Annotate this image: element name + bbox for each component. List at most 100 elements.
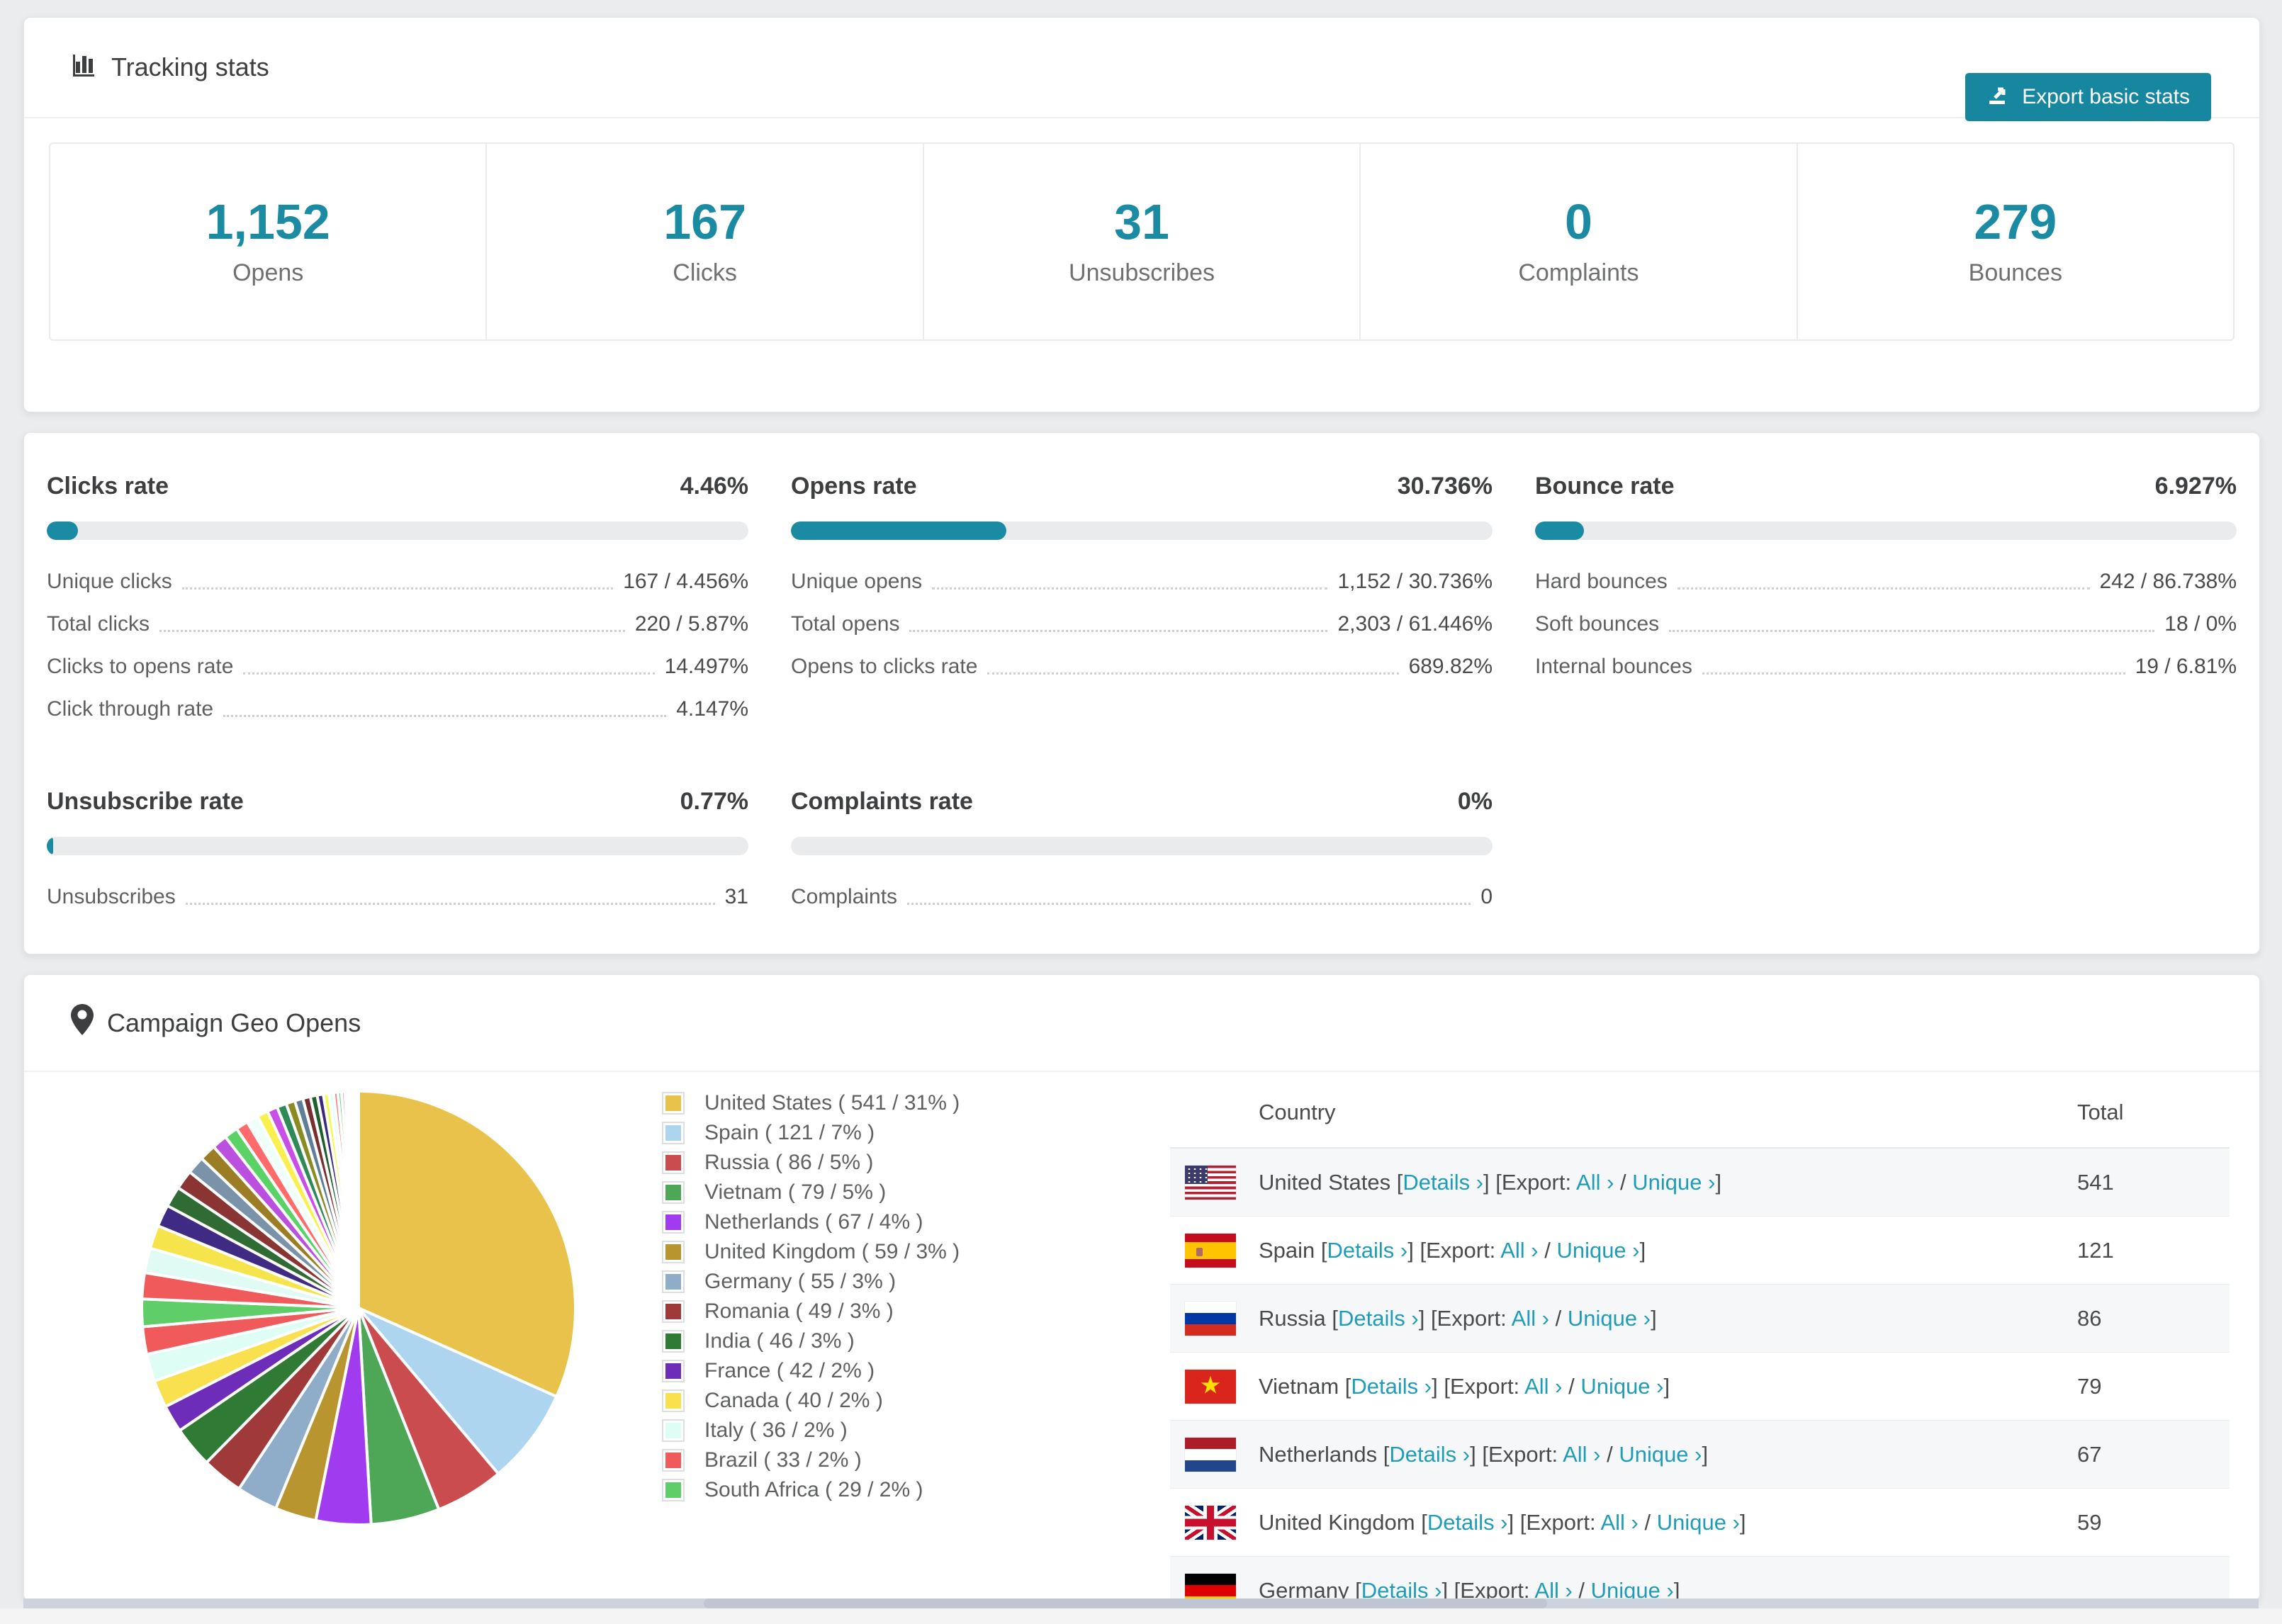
tracking-stats-card: Tracking stats Export basic stats 1,152 O… bbox=[23, 17, 2260, 412]
rates-card: Clicks rate 4.46% Unique clicks 167 / 4.456… bbox=[23, 432, 2260, 954]
export-unique-link[interactable]: Unique › bbox=[1591, 1578, 1674, 1601]
export-all-link[interactable]: All › bbox=[1524, 1374, 1562, 1399]
export-all-link[interactable]: All › bbox=[1534, 1578, 1572, 1601]
export-all-link[interactable]: All › bbox=[1600, 1510, 1638, 1535]
summary-label: Clicks bbox=[673, 259, 737, 286]
legend-item: Vietnam ( 79 / 5% ) bbox=[662, 1178, 960, 1207]
summary-box: 279 Bounces bbox=[1798, 144, 2233, 339]
rate-rows: Complaints 0 bbox=[791, 886, 1493, 908]
legend-item: United States ( 541 / 31% ) bbox=[662, 1088, 960, 1118]
geo-legend: United States ( 541 / 31% ) Spain ( 121 /… bbox=[662, 1088, 960, 1505]
legend-label: Canada ( 40 / 2% ) bbox=[704, 1389, 883, 1412]
dotted-leader bbox=[907, 903, 1471, 905]
horizontal-scrollbar-thumb[interactable] bbox=[704, 1598, 1547, 1608]
export-unique-link[interactable]: Unique › bbox=[1568, 1306, 1651, 1331]
rate-title: Bounce rate bbox=[1535, 473, 1675, 500]
link-bracket: [Export: bbox=[1482, 1441, 1563, 1467]
summary-value: 1,152 bbox=[206, 193, 330, 249]
legend-label: India ( 46 / 3% ) bbox=[704, 1329, 855, 1353]
legend-item: Canada ( 40 / 2% ) bbox=[662, 1386, 960, 1416]
legend-swatch bbox=[662, 1479, 685, 1501]
link-bracket: [Export: bbox=[1420, 1237, 1501, 1263]
country-cell: Germany [Details ›] [Export: All › / Uni… bbox=[1259, 1577, 1680, 1601]
legend-swatch bbox=[662, 1389, 685, 1412]
details-link[interactable]: Details › bbox=[1427, 1510, 1508, 1535]
stat-label: Hard bounces bbox=[1535, 570, 1668, 593]
stat-row: Soft bounces 18 / 0% bbox=[1535, 614, 2237, 635]
rate-header: Complaints rate 0% bbox=[791, 788, 1493, 816]
details-link[interactable]: Details › bbox=[1403, 1170, 1483, 1195]
pie-slice-other bbox=[356, 1089, 360, 1309]
legend-item: United Kingdom ( 59 / 3% ) bbox=[662, 1237, 960, 1267]
total-cell: 67 bbox=[2077, 1441, 2102, 1467]
legend-item: South Africa ( 29 / 2% ) bbox=[662, 1475, 960, 1505]
horizontal-scrollbar-track[interactable] bbox=[23, 1598, 2259, 1608]
link-bracket: ] bbox=[1715, 1169, 1722, 1195]
stat-value: 220 / 5.87% bbox=[634, 612, 748, 636]
link-bracket: [Export: bbox=[1454, 1577, 1535, 1601]
details-link[interactable]: Details › bbox=[1351, 1374, 1432, 1399]
gb-flag-icon bbox=[1185, 1505, 1236, 1540]
vn-flag-icon bbox=[1185, 1369, 1236, 1404]
legend-label: Russia ( 86 / 5% ) bbox=[704, 1151, 874, 1174]
link-bracket: [Export: bbox=[1430, 1305, 1512, 1331]
export-all-link[interactable]: All › bbox=[1576, 1170, 1614, 1195]
progress-bar bbox=[47, 521, 748, 540]
link-bracket: [Export: bbox=[1444, 1373, 1525, 1399]
legend-swatch bbox=[662, 1122, 685, 1144]
stat-value: 689.82% bbox=[1408, 655, 1493, 678]
export-unique-link[interactable]: Unique › bbox=[1556, 1238, 1639, 1263]
link-bracket: / bbox=[1600, 1441, 1619, 1467]
geo-header: Campaign Geo Opens bbox=[24, 975, 2259, 1072]
dotted-leader bbox=[1669, 630, 2155, 632]
rate-section: Complaints rate 0% Complaints 0 bbox=[791, 788, 1493, 929]
stat-label: Unsubscribes bbox=[47, 885, 176, 908]
link-bracket: [ bbox=[1320, 1237, 1327, 1263]
export-basic-stats-button[interactable]: Export basic stats bbox=[1965, 73, 2211, 121]
export-all-link[interactable]: All › bbox=[1500, 1238, 1538, 1263]
table-row: Spain [Details ›] [Export: All › / Uniqu… bbox=[1170, 1217, 2230, 1285]
link-bracket: ] bbox=[1507, 1509, 1520, 1535]
legend-item: Netherlands ( 67 / 4% ) bbox=[662, 1207, 960, 1237]
details-link[interactable]: Details › bbox=[1361, 1578, 1442, 1601]
stat-value: 19 / 6.81% bbox=[2135, 655, 2237, 678]
dotted-leader bbox=[932, 587, 1328, 590]
export-unique-link[interactable]: Unique › bbox=[1657, 1510, 1740, 1535]
stat-value: 31 bbox=[724, 885, 748, 908]
summary-value: 0 bbox=[1564, 193, 1592, 249]
summary-box: 31 Unsubscribes bbox=[924, 144, 1361, 339]
table-row: Germany [Details ›] [Export: All › / Uni… bbox=[1170, 1557, 2230, 1601]
export-unique-link[interactable]: Unique › bbox=[1632, 1170, 1715, 1195]
flag-cell bbox=[1170, 1573, 1259, 1601]
progress-bar bbox=[47, 837, 748, 855]
summary-label: Complaints bbox=[1518, 259, 1639, 286]
stat-label: Clicks to opens rate bbox=[47, 655, 234, 678]
rate-value: 0.77% bbox=[680, 788, 748, 815]
export-unique-link[interactable]: Unique › bbox=[1580, 1374, 1663, 1399]
legend-label: Brazil ( 33 / 2% ) bbox=[704, 1448, 862, 1472]
country-cell: Vietnam [Details ›] [Export: All › / Uni… bbox=[1259, 1373, 1670, 1399]
stat-label: Complaints bbox=[791, 885, 898, 908]
export-all-link[interactable]: All › bbox=[1563, 1442, 1600, 1467]
details-link[interactable]: Details › bbox=[1389, 1442, 1470, 1467]
stat-row: Click through rate 4.147% bbox=[47, 699, 748, 720]
progress-bar-fill bbox=[791, 521, 1007, 540]
legend-swatch bbox=[662, 1241, 685, 1263]
rate-section: Clicks rate 4.46% Unique clicks 167 / 4.456… bbox=[47, 473, 748, 741]
page-title: Tracking stats bbox=[70, 50, 269, 85]
legend-swatch bbox=[662, 1300, 685, 1323]
total-cell: 121 bbox=[2077, 1237, 2114, 1263]
link-bracket: / bbox=[1572, 1577, 1591, 1601]
link-bracket: / bbox=[1549, 1305, 1568, 1331]
rate-title: Clicks rate bbox=[47, 473, 169, 500]
summary-label: Bounces bbox=[1968, 259, 2062, 286]
legend-swatch bbox=[662, 1151, 685, 1174]
export-unique-link[interactable]: Unique › bbox=[1619, 1442, 1702, 1467]
stat-label: Soft bounces bbox=[1535, 612, 1660, 636]
us-flag-icon bbox=[1185, 1165, 1236, 1200]
export-all-link[interactable]: All › bbox=[1512, 1306, 1549, 1331]
stat-value: 2,303 / 61.446% bbox=[1337, 612, 1493, 636]
details-link[interactable]: Details › bbox=[1338, 1306, 1419, 1331]
details-link[interactable]: Details › bbox=[1327, 1238, 1408, 1263]
rate-rows: Hard bounces 242 / 86.738% Soft bounces 18 … bbox=[1535, 571, 2237, 677]
